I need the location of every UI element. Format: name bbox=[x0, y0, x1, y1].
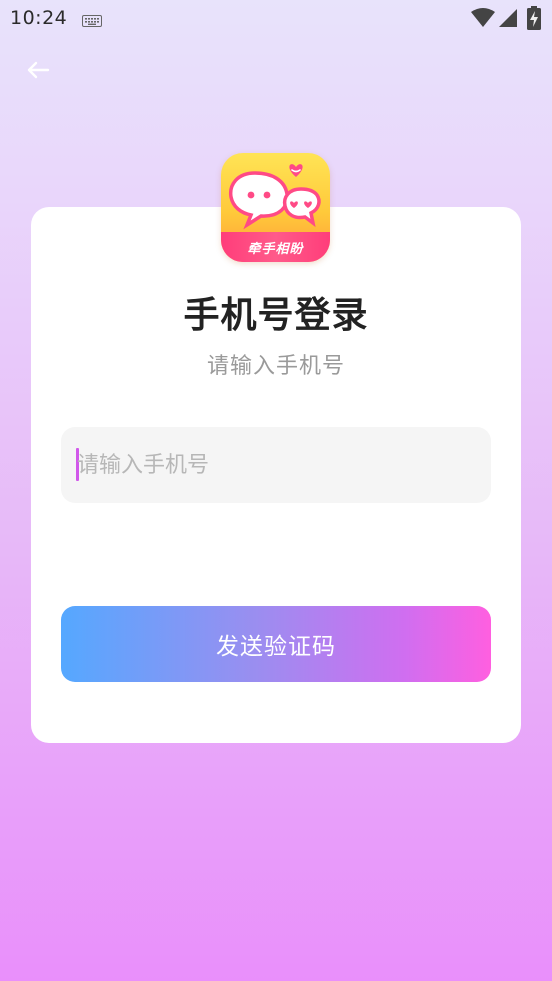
logo-text: 牵手相盼 bbox=[247, 241, 304, 257]
battery-charging-icon bbox=[527, 6, 541, 34]
signal-icon bbox=[499, 8, 517, 32]
page-subtitle: 请输入手机号 bbox=[206, 354, 345, 379]
arrow-left-icon bbox=[26, 60, 50, 84]
wifi-icon bbox=[471, 8, 495, 32]
send-code-button[interactable]: 发送验证码 bbox=[61, 606, 491, 682]
status-bar: 10:24 bbox=[0, 0, 552, 36]
phone-input[interactable] bbox=[77, 427, 477, 503]
logo-band: 牵手相盼 bbox=[221, 232, 330, 262]
page-title: 手机号登录 bbox=[183, 295, 369, 336]
back-button[interactable] bbox=[22, 56, 54, 88]
app-logo: 牵手相盼 bbox=[221, 153, 330, 262]
chat-bubbles-icon bbox=[228, 164, 321, 230]
status-time: 10:24 bbox=[10, 7, 68, 29]
phone-input-container[interactable] bbox=[61, 427, 491, 503]
keyboard-icon bbox=[82, 12, 102, 31]
